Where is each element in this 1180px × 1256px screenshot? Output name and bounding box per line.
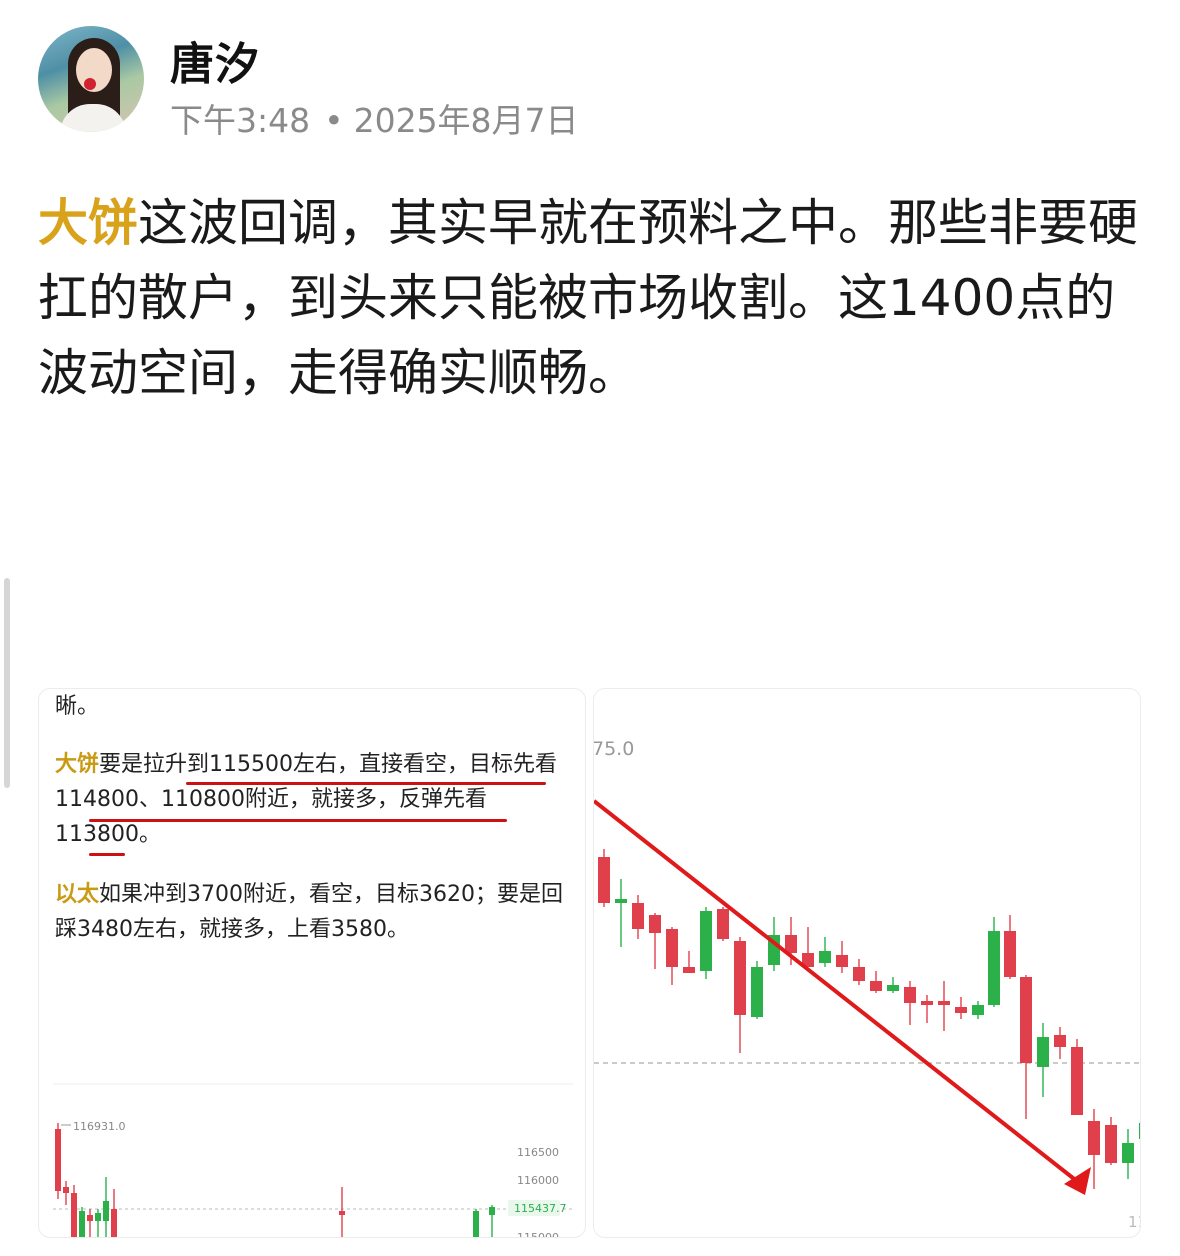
avatar[interactable]: [38, 26, 144, 132]
candle-body: [988, 931, 1000, 1005]
candle-body: [615, 899, 627, 903]
candle-body: [751, 967, 763, 1017]
candle-body: [904, 987, 916, 1003]
candle-body: [632, 903, 644, 929]
meta-separator: •: [324, 101, 344, 140]
candle-body: [734, 941, 746, 1015]
image-text-screenshot[interactable]: 晰。 大饼要是拉升到115500左右，直接看空，目标先看114800、11080…: [38, 688, 586, 1238]
candle-body: [1037, 1037, 1049, 1067]
candle-body: [649, 915, 661, 933]
candle-body: [870, 981, 882, 991]
snippet-eth-label: 以太: [55, 882, 100, 907]
post-body: 这波回调，其实早就在预料之中。那些非要硬扛的散户，到头来只能被市场收割。这140…: [38, 194, 1138, 402]
mini-candle-chart: 116931.0 116500 116000 115437.7 115000: [53, 1083, 573, 1237]
arrow-head: [1064, 1167, 1091, 1195]
candle-body: [598, 857, 610, 903]
mini-tick-3: 115000: [517, 1231, 559, 1237]
snippet-eth: 以太如果冲到3700附近，看空，目标3620；要是回踩3480左右，就接多，上看…: [55, 877, 575, 947]
candle-body: [1071, 1047, 1083, 1115]
candle-chart: 75.0 11: [594, 738, 1140, 1231]
candle-body: [921, 1001, 933, 1005]
candle-body: [1054, 1035, 1066, 1047]
candle-body: [489, 1207, 495, 1215]
scrollbar[interactable]: [4, 578, 10, 788]
post-date: 2025年8月7日: [353, 101, 579, 140]
post-highlight: 大饼: [38, 194, 138, 252]
candle-body: [339, 1211, 345, 1215]
candle-body: [111, 1209, 117, 1237]
underline-2: [89, 819, 507, 822]
candle-body: [972, 1005, 984, 1015]
candle-body: [1020, 977, 1032, 1063]
corner-fragment: 11: [1128, 1213, 1140, 1231]
mini-tick-2: 116000: [517, 1174, 559, 1187]
candle-body: [819, 951, 831, 963]
candle-body: [717, 909, 729, 939]
candle-body: [1004, 931, 1016, 977]
snippet-fragment: 晰。: [55, 694, 100, 719]
candle-body: [79, 1211, 85, 1237]
candle-body: [55, 1129, 61, 1191]
underline-1: [186, 782, 546, 785]
post-text: 大饼这波回调，其实早就在预料之中。那些非要硬扛的散户，到头来只能被市场收割。这1…: [38, 186, 1148, 411]
snippet-eth-text: 如果冲到3700附近，看空，目标3620；要是回踩3480左右，就接多，上看35…: [55, 882, 563, 942]
candle-body: [853, 967, 865, 981]
snippet-btc-label: 大饼: [55, 752, 100, 777]
candle-body: [1105, 1125, 1117, 1163]
candle-body: [887, 985, 899, 991]
candle-body: [666, 929, 678, 967]
candle-body: [1088, 1121, 1100, 1155]
candle-body: [700, 911, 712, 971]
candle-body: [71, 1193, 77, 1237]
post-meta: 下午3:48 • 2025年8月7日: [170, 94, 579, 142]
candle-body: [955, 1007, 967, 1013]
candle-body: [87, 1215, 93, 1221]
candle-body: [938, 1001, 950, 1005]
candle-body: [95, 1213, 101, 1221]
mini-last-price: 115437.7: [514, 1202, 567, 1215]
snippet-btc-text: 要是拉升到115500左右，直接看空，目标先看114800、110800附近，就…: [55, 752, 557, 847]
mini-tick-1: 116500: [517, 1146, 559, 1159]
candle-body: [1139, 1123, 1140, 1139]
candle-body: [103, 1201, 109, 1221]
candle-body: [63, 1187, 69, 1193]
author-name[interactable]: 唐汐: [170, 28, 260, 92]
candle-body: [683, 967, 695, 973]
post-time: 下午3:48: [170, 101, 311, 140]
mini-high-label: 116931.0: [73, 1120, 126, 1133]
candle-body: [1122, 1143, 1134, 1163]
candle-body: [836, 955, 848, 967]
axis-fragment: 75.0: [594, 738, 634, 760]
trend-arrow: [594, 799, 1080, 1184]
image-candle-chart[interactable]: 75.0 11: [593, 688, 1141, 1238]
snippet-btc: 大饼要是拉升到115500左右，直接看空，目标先看114800、110800附近…: [55, 747, 575, 852]
underline-3: [89, 853, 125, 856]
candle-body: [473, 1211, 479, 1237]
